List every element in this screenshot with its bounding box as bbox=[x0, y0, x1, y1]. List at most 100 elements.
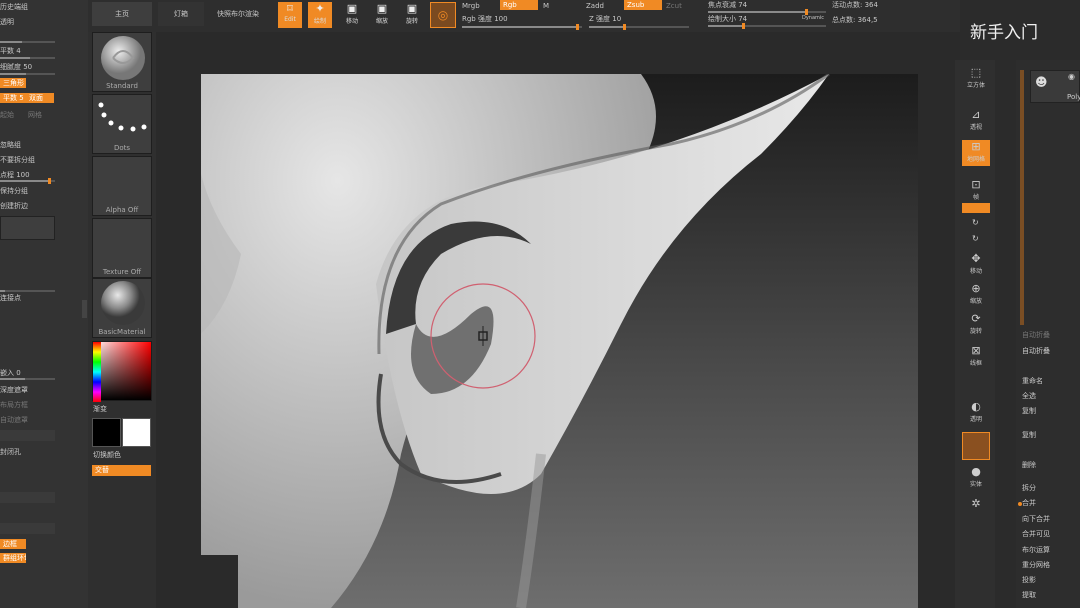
subtool-menu-item-4[interactable]: 复制 bbox=[1022, 430, 1036, 440]
brush-preview-button[interactable]: ◎ bbox=[430, 2, 456, 28]
z-intensity-label[interactable]: Z 强度 10 bbox=[589, 14, 621, 24]
subtool-scroll[interactable] bbox=[1020, 70, 1024, 325]
left-item-15[interactable]: 连接点 bbox=[0, 293, 21, 303]
secondary-color-swatch[interactable] bbox=[122, 418, 151, 447]
subtool-menu-item-11[interactable]: 重分网格 bbox=[1022, 560, 1050, 570]
material-tile[interactable]: BasicMaterial bbox=[92, 278, 152, 338]
left-item-0[interactable]: 历史端组 bbox=[0, 2, 28, 12]
shelf-btn-4[interactable]: ✥ 移动 bbox=[962, 252, 990, 278]
left-item-1[interactable]: 透明 bbox=[0, 17, 14, 27]
left-slider-5[interactable] bbox=[0, 378, 55, 380]
focal-shift-label[interactable]: 焦点衰减 74 bbox=[708, 0, 747, 10]
subtool-menu-item-2[interactable]: 全选 bbox=[1022, 391, 1036, 401]
left-item-22[interactable]: 群组环切 bbox=[0, 553, 26, 563]
left-field-3[interactable] bbox=[0, 523, 55, 534]
left-field-1[interactable] bbox=[0, 430, 55, 441]
left-item-6[interactable]: 双面 bbox=[26, 93, 54, 103]
subtool-menu-item-6[interactable]: 拆分 bbox=[1022, 483, 1036, 493]
left-item-21[interactable]: 边框 bbox=[0, 539, 26, 549]
draw-button[interactable]: ✦ 绘制 bbox=[308, 2, 332, 28]
left-item-17[interactable]: 深度遮罩 bbox=[0, 385, 28, 395]
left-item-11[interactable]: 点程 100 bbox=[0, 170, 30, 180]
zadd-toggle[interactable]: Zadd bbox=[586, 1, 604, 11]
shelf-btn-9[interactable]: ● 实体 bbox=[962, 465, 990, 491]
floor-grid-icon: ⊞ bbox=[971, 140, 981, 153]
remesher-button[interactable] bbox=[0, 216, 55, 240]
z-intensity-slider[interactable] bbox=[589, 24, 689, 30]
edit-button[interactable]: ⌑ Edit bbox=[278, 2, 302, 28]
left-slider-6[interactable] bbox=[0, 290, 55, 292]
shelf-btn-2[interactable]: ⊞ 地网格 bbox=[962, 140, 990, 166]
left-item-5[interactable]: 平数 5 bbox=[0, 93, 26, 103]
rgb-intensity-slider[interactable] bbox=[462, 24, 582, 30]
hue-strip[interactable] bbox=[93, 342, 101, 402]
left-slider-2[interactable] bbox=[0, 57, 55, 59]
shelf-btn-6[interactable]: ⟳ 旋转 bbox=[962, 312, 990, 338]
zcut-toggle[interactable]: Zcut bbox=[666, 1, 682, 11]
subtool-menu-item-3[interactable]: 复制 bbox=[1022, 406, 1036, 416]
subtool-menu-item-13[interactable]: 提取 bbox=[1022, 590, 1036, 600]
zsub-toggle[interactable]: Zsub bbox=[624, 0, 662, 10]
left-slider-4[interactable] bbox=[0, 178, 55, 184]
shelf-btn-8[interactable]: ◐ 透明 bbox=[962, 400, 990, 426]
shelf-btn-1[interactable]: ⊿ 透视 bbox=[962, 108, 990, 134]
left-field-2[interactable] bbox=[0, 492, 55, 503]
brush-tile[interactable]: Standard bbox=[92, 32, 152, 92]
xpose-button[interactable]: ✲ bbox=[962, 497, 990, 523]
tab-lightbox[interactable]: 灯箱 bbox=[158, 2, 204, 26]
left-item-2[interactable]: 平数 4 bbox=[0, 46, 21, 56]
left-item-4[interactable]: 三角形 bbox=[0, 78, 26, 88]
subtool-menu-item-9[interactable]: 合并可见 bbox=[1022, 529, 1050, 539]
dynamic-toggle[interactable]: Dynamic bbox=[802, 13, 824, 23]
shelf-btn-3[interactable]: ⊡ 帧 bbox=[962, 178, 990, 204]
rgb-intensity-label[interactable]: Rgb 强度 100 bbox=[462, 14, 508, 24]
subtool-eye-icon[interactable]: ◉ bbox=[1068, 72, 1075, 81]
left-item-10[interactable]: 不要拆分组 bbox=[0, 155, 35, 165]
scale-button[interactable]: ▣ 缩放 bbox=[370, 2, 394, 28]
left-item-3[interactable]: 细腻度 50 bbox=[0, 62, 32, 72]
left-slider-3[interactable] bbox=[0, 73, 55, 75]
move-button[interactable]: ▣ 移动 bbox=[340, 2, 364, 28]
alternate-button[interactable]: 交替 bbox=[92, 465, 151, 476]
primary-color-swatch[interactable] bbox=[92, 418, 121, 447]
subtool-menu-item-1[interactable]: 重命名 bbox=[1022, 376, 1043, 386]
rotate-button[interactable]: ▣ 旋转 bbox=[400, 2, 424, 28]
m-toggle[interactable]: M bbox=[543, 1, 549, 11]
tab-main[interactable]: 主页 bbox=[92, 2, 152, 26]
left-item-19[interactable]: 自动遮罩 bbox=[0, 415, 28, 425]
subtool-menu-item-8[interactable]: 向下合并 bbox=[1022, 514, 1050, 524]
subtool-menu-item-0[interactable]: 自动折叠 bbox=[1022, 346, 1050, 356]
left-item-13[interactable]: 创建折边 bbox=[0, 201, 28, 211]
left-item-16[interactable]: 嵌入 0 bbox=[0, 368, 21, 378]
solo-button[interactable] bbox=[962, 432, 990, 460]
shelf-label-7: 线框 bbox=[969, 360, 982, 367]
panel-collapse-handle[interactable] bbox=[82, 300, 87, 318]
left-item-8[interactable]: 网格 bbox=[28, 110, 42, 120]
left-item-12[interactable]: 保持分组 bbox=[0, 186, 28, 196]
stroke-tile[interactable]: Dots bbox=[92, 94, 152, 154]
shelf-btn-7[interactable]: ⊠ 线框 bbox=[962, 344, 990, 370]
left-item-20[interactable]: 封闭孔 bbox=[0, 447, 21, 457]
xyz-toggle[interactable] bbox=[962, 203, 990, 213]
alpha-tile[interactable]: Alpha Off bbox=[92, 156, 152, 216]
subtool-menu-item-5[interactable]: 删除 bbox=[1022, 460, 1036, 470]
rgb-toggle[interactable]: Rgb bbox=[500, 0, 538, 10]
preview-render-label[interactable]: 快照布尔渲染 bbox=[217, 9, 259, 19]
left-slider-1[interactable] bbox=[0, 41, 55, 43]
shelf-btn-0[interactable]: ⬚ 立方体 bbox=[962, 66, 990, 92]
texture-tile[interactable]: Texture Off bbox=[92, 218, 152, 278]
left-item-7[interactable]: 起始 bbox=[0, 110, 14, 120]
sculpt-viewport[interactable] bbox=[201, 74, 918, 608]
mrgb-toggle[interactable]: Mrgb bbox=[462, 1, 480, 11]
draw-size-slider[interactable] bbox=[708, 23, 826, 29]
subtool-menu-item-12[interactable]: 投影 bbox=[1022, 575, 1036, 585]
left-item-9[interactable]: 忽略组 bbox=[0, 140, 21, 150]
rotate-small-icon-2[interactable]: ↻ bbox=[972, 234, 979, 243]
left-item-18[interactable]: 布局方框 bbox=[0, 400, 28, 410]
subtool-menu-item-7[interactable]: 合并 bbox=[1022, 498, 1036, 508]
rotate-small-icon[interactable]: ↻ bbox=[972, 218, 979, 227]
subtool-menu-item-10[interactable]: 布尔运算 bbox=[1022, 545, 1050, 555]
shelf-btn-5[interactable]: ⊕ 缩放 bbox=[962, 282, 990, 308]
switch-color-label[interactable]: 切换颜色 bbox=[93, 450, 121, 460]
color-picker[interactable] bbox=[92, 341, 152, 402]
